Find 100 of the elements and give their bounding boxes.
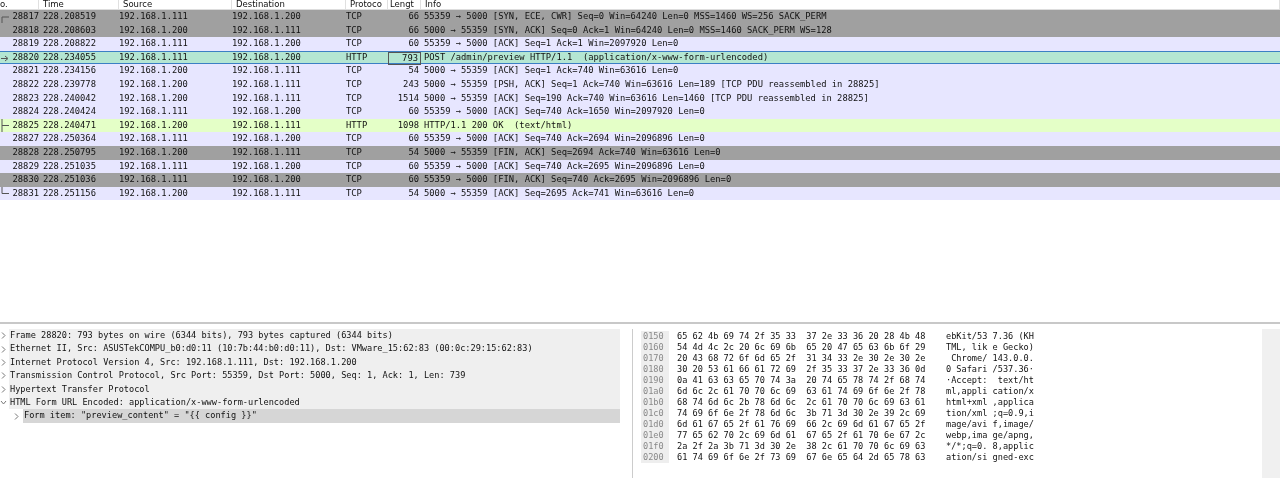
table-cell-text: 54 [407,145,420,159]
table-cell-text: 192.168.1.111 [232,118,302,132]
collapsed-chevron-icon[interactable] [0,344,7,354]
table-cell-text: 192.168.1.200 [119,145,189,159]
ascii-text: html+xml ,applica [945,397,1034,408]
byte-offset: 0160 [641,342,669,353]
table-cell-text: 28819 [11,37,39,51]
ascii-text: webp,ima ge/apng, [945,430,1034,441]
ascii-text: mage/avi f,image/ [945,419,1034,430]
column-header[interactable]: o. [0,0,39,9]
collapsed-chevron-icon[interactable] [0,384,7,394]
hex-bytes: 6d 6c 2c 61 70 70 6c 69 63 61 74 69 6f 6e 2f 78 [676,386,927,397]
column-header[interactable]: Info [421,0,1280,9]
hex-bytes: 65 62 4b 69 74 2f 35 33 37 2e 33 36 20 28 4b 48 [676,331,927,342]
table-cell-text: TCP [346,173,363,187]
table-cell-text: 228.250795 [42,145,97,159]
table-cell-text: 60 [407,173,420,187]
table-cell-text: 55359 → 5000 [FIN, ACK] Seq=740 Ack=2695 Win=2096896 Len=0 [423,173,733,187]
table-cell-text: 28820 [11,50,39,64]
collapsed-chevron-icon[interactable] [13,411,20,421]
collapsed-chevron-icon[interactable] [0,331,7,341]
tree-item[interactable]: Transmission Control Protocol, Src Port: 55359, Dst Port: 5000, Seq: 1, Ack: 1, Len: 739 [9,369,620,383]
table-cell-text: TCP [346,159,363,173]
tree-item[interactable]: Ethernet II, Src: ASUSTekCOMPU_b0:d0:11 (10:7b:44:b0:d0:11), Dst: VMware_15:62:83 (00:0c:29:15:62:83) [9,342,620,356]
table-cell-text: 228.234055 [42,50,97,64]
table-cell-text: TCP [346,23,363,37]
packet-row[interactable]: 28819 228.208822 192.168.1.111 192.168.1.200 TCP 60 55359 → 5000 [ACK] Seq=1 Ack=1 Win=2097920 Len=0 [0,37,1280,51]
table-cell-text: 60 [407,37,420,51]
column-header[interactable]: Lengt [388,0,421,9]
tree-item[interactable]: Form item: "preview_content" = "{{ config }}" [23,409,620,423]
table-cell-text: 192.168.1.200 [119,23,189,37]
ascii-text: ation/si gned-exc [945,452,1034,463]
table-cell-text: 1098 [396,118,420,132]
table-cell-text: 192.168.1.200 [232,37,302,51]
column-header[interactable]: Protoco [346,0,388,9]
table-cell-text: 28821 [11,64,39,78]
column-header[interactable]: Destination [232,0,346,9]
byte-offset: 01a0 [641,386,669,397]
table-cell-text: 192.168.1.200 [119,64,189,78]
column-header[interactable]: Time [39,0,119,9]
table-cell-text: TCP [346,132,363,146]
table-cell-text: 192.168.1.111 [119,37,189,51]
table-cell-text: 228.250364 [42,132,97,146]
table-cell-text: 60 [407,105,420,119]
table-cell-text: 5000 → 55359 [ACK] Seq=1 Ack=740 Win=63616 Len=0 [423,64,680,78]
ascii-text: */*;q=0. 8,applic [945,441,1034,452]
hex-bytes: 74 69 6f 6e 2f 78 6d 6c 3b 71 3d 30 2e 39 2c 69 [676,408,927,419]
packet-row[interactable]: 28827 228.250364 192.168.1.111 192.168.1.200 TCP 60 55359 → 5000 [ACK] Seq=740 Ack=2694 Win=2096896 Len=0 [0,132,1280,146]
table-cell-text: 243 [402,77,420,91]
hex-bytes: 2a 2f 2a 3b 71 3d 30 2e 38 2c 61 70 70 6c 69 63 [676,441,927,452]
hex-bytes: 68 74 6d 6c 2b 78 6d 6c 2c 61 70 70 6c 69 63 61 [676,397,927,408]
table-cell-text: 192.168.1.200 [119,91,189,105]
packet-row[interactable]: 28821 228.234156 192.168.1.200 192.168.1.111 TCP 54 5000 → 55359 [ACK] Seq=1 Ack=740 Win=63616 Len=0 [0,64,1280,78]
packet-row[interactable]: 28830 228.251036 192.168.1.111 192.168.1.200 TCP 60 55359 → 5000 [FIN, ACK] Seq=740 Ack=2695 Win=2096896 Len=0 [0,173,1280,187]
table-cell-text: 54 [407,64,420,78]
hex-bytes: 77 65 62 70 2c 69 6d 61 67 65 2f 61 70 6e 67 2c [676,430,927,441]
table-cell-text: 192.168.1.111 [232,23,302,37]
table-cell-text: 228.251035 [42,159,97,173]
table-cell-text: POST /admin/preview HTTP/1.1 (application/x-www-form-urlencoded) [423,50,770,64]
table-cell-text: 228.240471 [42,118,97,132]
table-cell-text: 192.168.1.111 [119,10,189,23]
table-cell-text: 228.208822 [42,37,97,51]
table-cell-text: 60 [407,159,420,173]
table-cell-text: TCP [346,105,363,119]
table-cell-text: 192.168.1.200 [232,10,302,23]
table-cell-text: TCP [346,37,363,51]
table-cell-text: 55359 → 5000 [SYN, ECE, CWR] Seq=0 Win=64240 Len=0 MSS=1460 WS=256 SACK_PERM [423,10,828,23]
table-cell-text: 5000 → 55359 [FIN, ACK] Seq=2694 Ack=740 Win=63616 Len=0 [423,145,722,159]
tree-item[interactable]: Frame 28820: 793 bytes on wire (6344 bits), 793 bytes captured (6344 bits) [9,329,620,343]
table-cell-text: 228.251156 [42,186,97,200]
table-cell-text: 192.168.1.200 [232,132,302,146]
table-cell-text: 1514 [396,91,420,105]
ascii-text: ml,appli cation/x [945,386,1034,397]
table-cell-text: 55359 → 5000 [ACK] Seq=1 Ack=1 Win=2097920 Len=0 [423,37,680,51]
table-cell-text: HTTP [346,118,369,132]
collapsed-chevron-icon[interactable] [0,357,7,367]
column-header[interactable]: Source [119,0,232,9]
byte-offset: 0200 [641,452,669,463]
packet-row[interactable]: 28824 228.240424 192.168.1.111 192.168.1.200 TCP 60 55359 → 5000 [ACK] Seq=740 Ack=1650 Win=2097920 Len=0 [0,105,1280,119]
table-cell-text: TCP [346,91,363,105]
table-cell-text: 5000 → 55359 [PSH, ACK] Seq=1 Ack=740 Win=63616 Len=189 [TCP PDU reassembled in 28825] [423,77,881,91]
table-cell-text: 28818 [11,23,39,37]
table-cell-text: TCP [346,145,363,159]
table-cell-text: 60 [407,132,420,146]
table-cell-text: 192.168.1.200 [232,50,302,64]
collapsed-chevron-icon[interactable] [0,371,7,381]
byte-offset: 0170 [641,353,669,364]
packet-row[interactable]: 28817 228.208519 192.168.1.111 192.168.1.200 TCP 66 55359 → 5000 [SYN, ECE, CWR] Seq=0 Win=64240 Len=0 MSS=1460 WS=256 SACK_PERM [0,10,1280,24]
table-cell-text: 192.168.1.111 [232,64,302,78]
table-cell-text: 228.251036 [42,173,97,187]
table-cell-text: 28817 [11,10,39,23]
byte-offset: 01d0 [641,419,669,430]
hex-bytes: 61 74 69 6f 6e 2f 73 69 67 6e 65 64 2d 65 78 63 [676,452,927,463]
table-cell-text: 192.168.1.111 [119,132,189,146]
table-cell-text: TCP [346,10,363,23]
table-cell-text: 55359 → 5000 [ACK] Seq=740 Ack=2695 Win=2096896 Len=0 [423,159,706,173]
table-cell: 793 [388,51,421,66]
table-cell-text: 228.240424 [42,105,97,119]
table-cell-text: 28828 [11,145,39,159]
table-cell-text: HTTP/1.1 200 OK (text/html) [423,118,574,132]
